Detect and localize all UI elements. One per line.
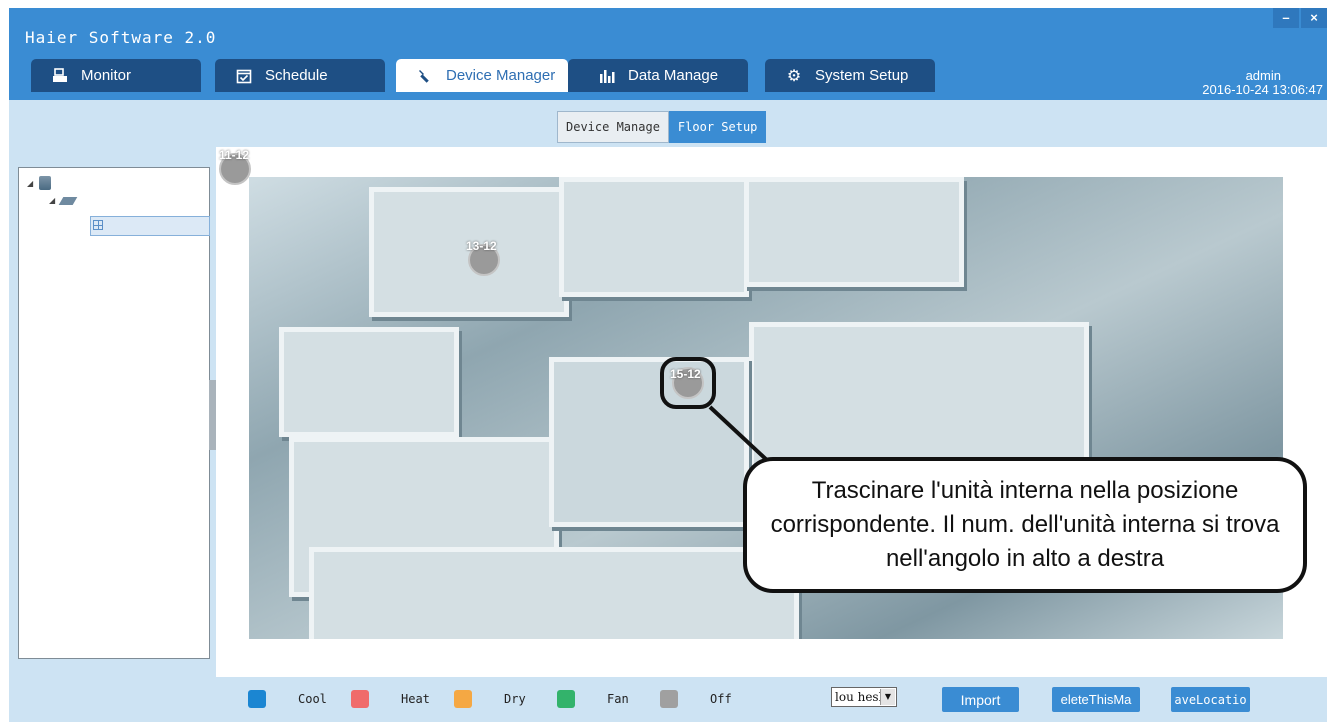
floor-map-select[interactable]: lou hesl ▼	[831, 687, 897, 707]
floor-room	[549, 357, 749, 527]
tab-monitor[interactable]: Monitor	[31, 59, 201, 92]
delete-map-button[interactable]: eleteThisMa	[1052, 687, 1140, 712]
tab-label: System Setup	[815, 67, 909, 84]
user-info: admin 2016-10-24 13:06:47	[1202, 69, 1323, 97]
status-legend: Cool Heat Dry Fan Off	[248, 690, 763, 708]
legend-off: Off	[660, 690, 736, 708]
tab-system-setup[interactable]: ⚙ System Setup	[765, 59, 935, 92]
panel-collapse-handle[interactable]	[209, 380, 216, 450]
legend-label: Fan	[607, 692, 629, 706]
window-controls: – ×	[1271, 8, 1327, 28]
tab-schedule[interactable]: Schedule	[215, 59, 385, 92]
left-panel: ◢ ◢	[9, 147, 216, 677]
subtab-device-manage[interactable]: Device Manage	[557, 111, 669, 143]
tab-label: Schedule	[265, 67, 328, 84]
legend-heat: Heat	[351, 690, 430, 708]
floor-tree: ◢ ◢	[18, 167, 210, 659]
legend-dry: Dry	[454, 690, 530, 708]
floor-room	[279, 327, 459, 437]
tab-label: Data Manage	[628, 67, 719, 84]
tab-label: Device Manager	[446, 67, 556, 84]
sub-toolbar: Device Manage Floor Setup	[9, 100, 1327, 147]
minimize-button[interactable]: –	[1273, 8, 1299, 28]
expand-arrow-icon[interactable]: ◢	[49, 196, 55, 205]
legend-fan: Fan	[557, 690, 633, 708]
printer-icon	[51, 67, 69, 85]
wrench-icon	[416, 67, 434, 85]
bar-chart-icon	[598, 67, 616, 85]
bottom-toolbar: Cool Heat Dry Fan Off lou hesl ▼ Import …	[9, 677, 1327, 722]
username: admin	[1245, 68, 1281, 83]
tree-node-building[interactable]: ◢	[27, 176, 52, 190]
subtab-floor-setup[interactable]: Floor Setup	[668, 111, 767, 143]
layers-icon	[58, 196, 78, 205]
tab-data-manage[interactable]: Data Manage	[568, 59, 748, 92]
legend-label: Cool	[298, 692, 327, 706]
legend-label: Off	[710, 692, 732, 706]
calendar-check-icon	[235, 67, 253, 85]
floor-room	[744, 177, 964, 287]
gear-icon: ⚙	[786, 67, 802, 85]
floor-map-select-value: lou hesl	[835, 690, 883, 704]
indoor-unit-label: 13-12	[466, 239, 497, 253]
legend-swatch	[660, 690, 678, 708]
indoor-unit-label: 11-12	[219, 148, 250, 162]
legend-swatch	[248, 690, 266, 708]
chevron-down-icon[interactable]: ▼	[880, 689, 895, 705]
save-location-button[interactable]: aveLocatio	[1171, 687, 1250, 712]
legend-swatch	[454, 690, 472, 708]
tab-device-manager[interactable]: Device Manager	[396, 59, 568, 92]
callout-text: Trascinare l'unità interna nella posizio…	[743, 457, 1307, 593]
expand-arrow-icon[interactable]: ◢	[27, 179, 33, 188]
legend-cool: Cool	[248, 690, 327, 708]
floor-room	[309, 547, 799, 639]
tab-label: Monitor	[81, 67, 132, 84]
datetime: 2016-10-24 13:06:47	[1202, 82, 1323, 97]
tree-node-floor[interactable]: ◢	[49, 196, 78, 205]
grid-icon	[93, 220, 103, 230]
legend-label: Dry	[504, 692, 526, 706]
legend-swatch	[351, 690, 369, 708]
app-title: Haier Software 2.0	[25, 28, 217, 47]
callout-highlight	[660, 357, 716, 409]
building-icon	[39, 176, 52, 190]
import-button[interactable]: Import	[942, 687, 1019, 712]
floor-room	[559, 177, 749, 297]
floor-canvas: 11-12 13-12 15-12 Trascinare l'unità int…	[216, 147, 1327, 677]
tree-node-map[interactable]	[90, 216, 210, 236]
legend-label: Heat	[401, 692, 430, 706]
sub-tabs: Device Manage Floor Setup	[557, 111, 767, 143]
close-button[interactable]: ×	[1301, 8, 1327, 28]
legend-swatch	[557, 690, 575, 708]
